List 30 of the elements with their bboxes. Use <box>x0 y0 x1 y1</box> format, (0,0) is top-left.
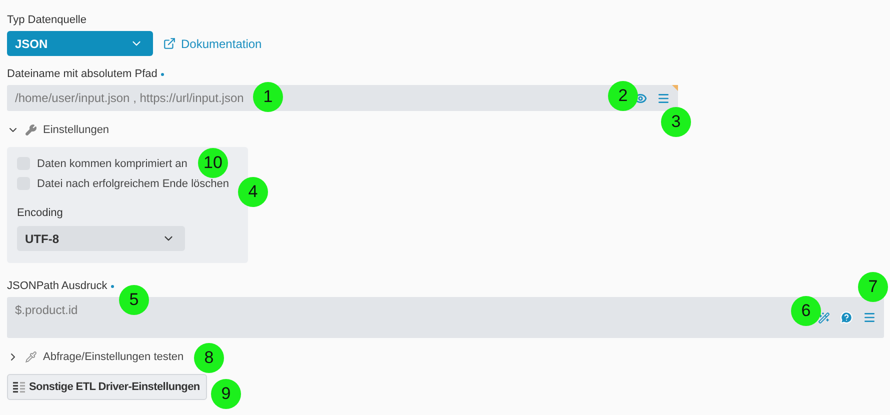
corner-marker-icon <box>672 85 678 91</box>
callout-marker: 3 <box>661 107 691 137</box>
section-title: Einstellungen <box>43 124 110 136</box>
magic-wand-icon[interactable] <box>818 312 830 324</box>
checkbox-label: Datei nach erfolgreichem Ende löschen <box>37 178 230 190</box>
callout-marker: 9 <box>211 379 241 409</box>
help-bubble-icon[interactable] <box>840 311 853 324</box>
callout-marker: 4 <box>238 177 268 207</box>
test-section-toggle[interactable]: Abfrage/Einstellungen testen <box>7 351 184 363</box>
field-label: Encoding <box>17 207 63 219</box>
encoding-select[interactable]: UTF-8 <box>17 226 185 251</box>
jsonpath-input[interactable]: $.product.id <box>15 303 95 317</box>
field-label: Typ Datenquelle <box>7 14 86 26</box>
list-icon <box>13 382 25 392</box>
menu-icon[interactable] <box>657 92 670 104</box>
documentation-link[interactable]: Dokumentation <box>163 36 262 50</box>
wrench-icon <box>25 124 37 136</box>
file-path-input[interactable]: /home/user/input.json , https://url/input.json <box>15 91 251 105</box>
field-label: Dateiname mit absolutem Pfad <box>7 68 158 80</box>
settings-toggle[interactable]: Einstellungen <box>7 124 110 136</box>
menu-icon[interactable] <box>863 311 876 324</box>
source-type-select[interactable]: JSON <box>7 31 153 56</box>
other-settings-button[interactable]: Sonstige ETL Driver-Einstellungen <box>7 374 207 400</box>
callout-marker: 5 <box>119 285 149 315</box>
field-label: JSONPath Ausdruck <box>7 280 108 292</box>
checkbox-label: Daten kommen komprimiert an <box>37 158 188 170</box>
callout-marker: 7 <box>858 272 888 302</box>
callout-marker: 8 <box>194 343 224 373</box>
section-title: Abfrage/Einstellungen testen <box>43 351 184 363</box>
external-link-icon <box>163 37 176 50</box>
